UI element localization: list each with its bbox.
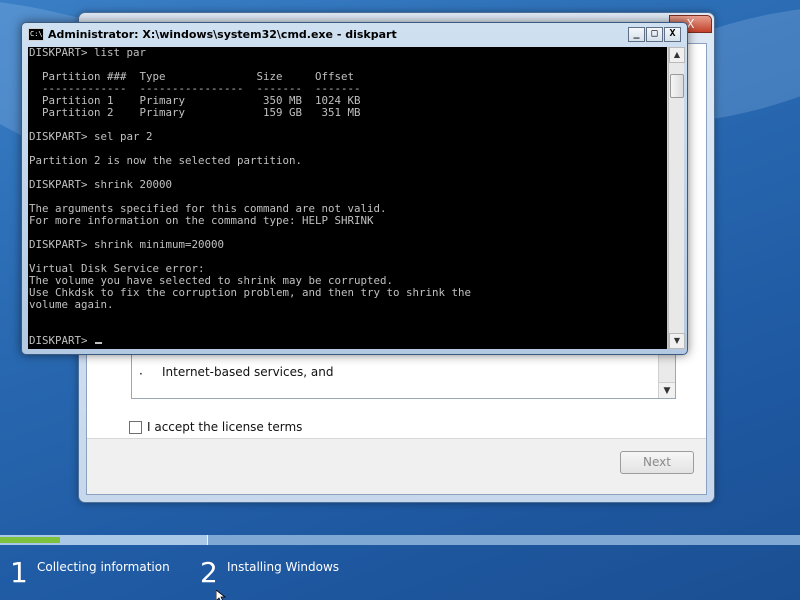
console-line: DISKPART> list par: [29, 47, 147, 59]
cmd-app-icon[interactable]: C:\: [28, 28, 44, 41]
scroll-up-arrow-icon[interactable]: ▲: [669, 47, 685, 63]
console-prompt-line: DISKPART>: [29, 335, 667, 347]
console-line: DISKPART> shrink 20000: [29, 178, 173, 191]
license-text-line: Internet-based services, and: [162, 365, 334, 379]
console-line: DISKPART> sel par 2: [29, 130, 153, 143]
setup-footer: Next: [87, 438, 706, 494]
console-line: Partition 2 is now the selected partitio…: [29, 154, 303, 167]
console-line: volume again.: [29, 298, 114, 311]
mouse-pointer-icon: [216, 590, 227, 600]
console-line: Partition 2 Primary 159 GB 351 MB: [29, 106, 361, 119]
next-button[interactable]: Next: [620, 451, 694, 474]
console-output-area[interactable]: DISKPART> list par Partition ### Type Si…: [28, 47, 667, 349]
step-label: Collecting information: [37, 560, 170, 574]
console-line: DISKPART> shrink minimum=20000: [29, 238, 225, 251]
progress-fill: [0, 537, 61, 543]
console-text: DISKPART> list par Partition ### Type Si…: [28, 47, 667, 349]
cmd-window[interactable]: C:\ Administrator: X:\windows\system32\c…: [21, 22, 688, 355]
accept-license-checkbox[interactable]: [129, 420, 142, 434]
cmd-window-title: Administrator: X:\windows\system32\cmd.e…: [48, 28, 397, 41]
text-cursor: [95, 342, 103, 344]
scroll-down-arrow-icon[interactable]: ▼: [659, 382, 675, 398]
license-bullet: ·: [139, 367, 143, 381]
cmd-scrollbar[interactable]: ▲ ▼: [668, 47, 685, 349]
cmd-window-controls: _ □ X: [628, 27, 681, 42]
maximize-button[interactable]: □: [646, 27, 663, 42]
minimize-button[interactable]: _: [628, 27, 645, 42]
setup-progress-bar: [0, 535, 800, 545]
accept-license-label[interactable]: I accept the license terms: [147, 420, 302, 434]
step-number: 2: [200, 556, 218, 589]
step-label: Installing Windows: [227, 560, 340, 574]
scroll-down-arrow-icon[interactable]: ▼: [669, 333, 685, 349]
accept-license-row[interactable]: I accept the license terms: [129, 420, 302, 434]
step-number: 1: [10, 556, 28, 589]
close-button[interactable]: X: [664, 27, 681, 42]
cmd-titlebar[interactable]: C:\ Administrator: X:\windows\system32\c…: [22, 23, 687, 47]
console-prompt: DISKPART>: [29, 334, 95, 347]
console-line: For more information on the command type…: [29, 214, 374, 227]
console-line: Use Chkdsk to fix the corruption problem…: [29, 286, 472, 299]
scrollbar-thumb[interactable]: [670, 74, 684, 98]
